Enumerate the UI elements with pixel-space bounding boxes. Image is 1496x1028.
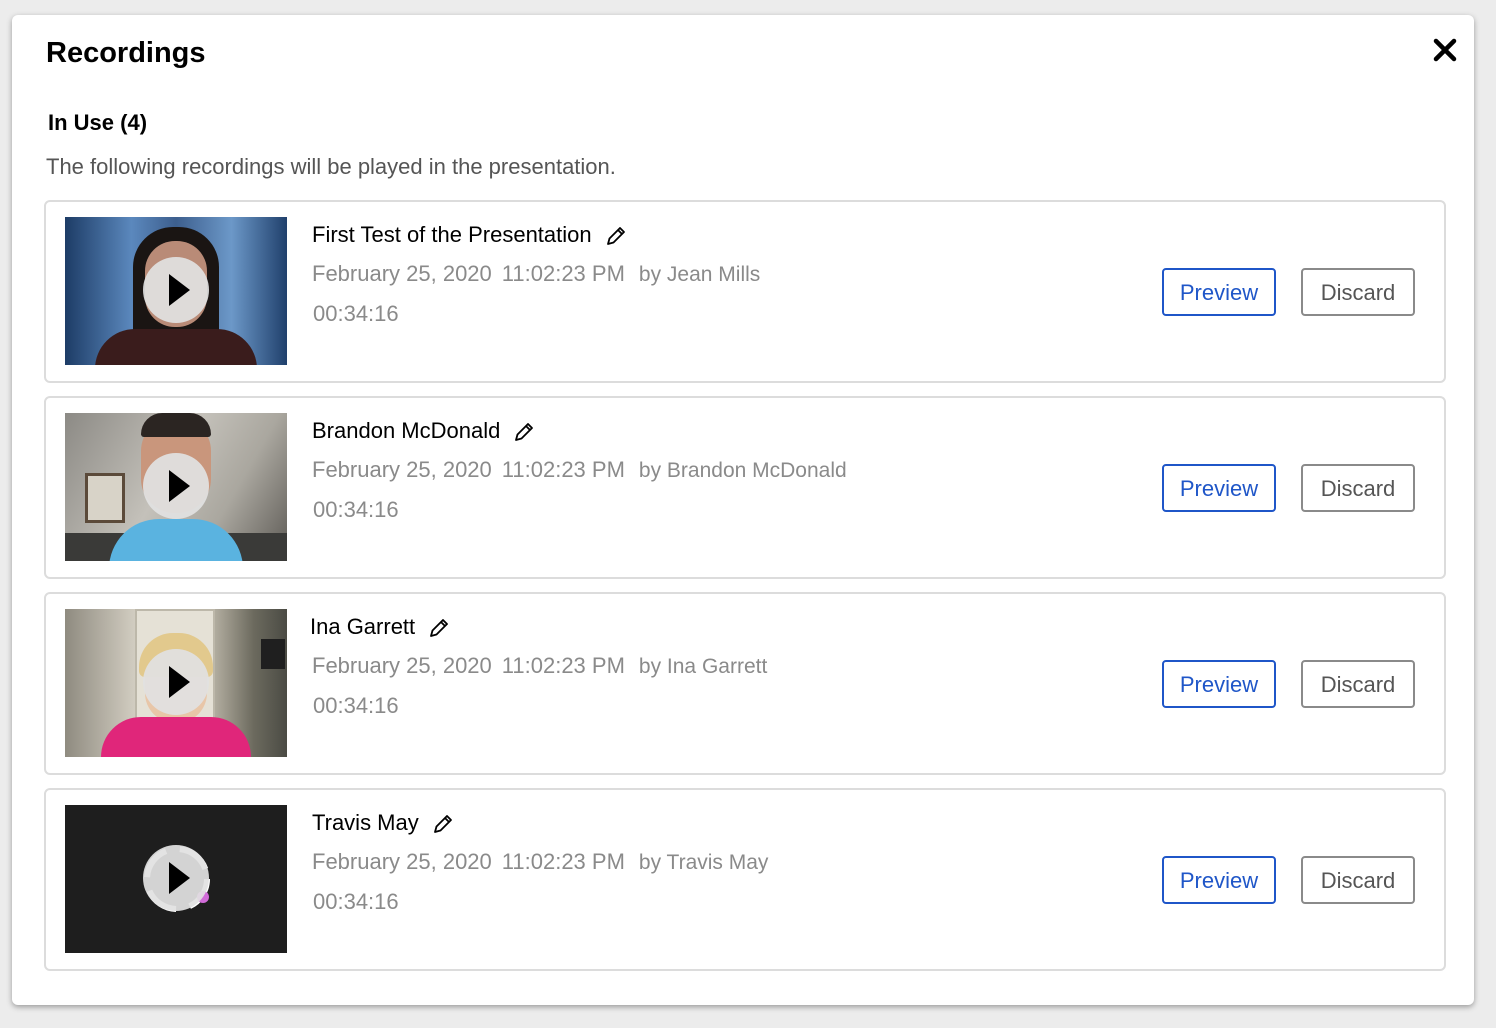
play-icon[interactable]: [143, 453, 209, 519]
play-icon[interactable]: [143, 649, 209, 715]
recording-title: Brandon McDonald: [312, 418, 501, 443]
recording-thumbnail[interactable]: [65, 609, 287, 757]
recording-title-row: Brandon McDonald: [312, 418, 536, 444]
discard-button[interactable]: Discard: [1301, 464, 1415, 512]
close-icon[interactable]: [1432, 37, 1458, 63]
recording-title: First Test of the Presentation: [312, 222, 592, 247]
recording-thumbnail[interactable]: [65, 805, 287, 953]
recording-author: by Jean Mills: [638, 263, 761, 286]
recording-card: Ina Garrett February 25, 2020 11:02:23 PM…: [44, 592, 1446, 775]
recording-duration: 00:34:16: [313, 693, 399, 718]
recording-title: Travis May: [312, 810, 419, 835]
recording-date: February 25, 2020: [312, 653, 492, 678]
recording-date: February 25, 2020: [312, 849, 492, 874]
play-icon[interactable]: [143, 257, 209, 323]
recording-title: Ina Garrett: [310, 614, 416, 639]
recordings-dialog: Recordings In Use (4) The following reco…: [12, 15, 1474, 1005]
recording-author: by Ina Garrett: [638, 655, 768, 678]
recording-title-row: First Test of the Presentation: [312, 222, 628, 248]
recording-author: by Brandon McDonald: [638, 459, 847, 482]
preview-button[interactable]: Preview: [1162, 464, 1276, 512]
pencil-icon[interactable]: [512, 420, 536, 444]
recording-meta: February 25, 2020 11:02:23 PM by Travis Ma…: [312, 849, 768, 875]
section-title: In Use (4): [48, 110, 148, 135]
dialog-title: Recordings: [46, 37, 206, 69]
recording-time: 11:02:23 PM: [501, 653, 625, 678]
recording-card: First Test of the Presentation February …: [44, 200, 1446, 383]
recording-time: 11:02:23 PM: [501, 261, 625, 286]
recording-title-row: Ina Garrett: [310, 614, 451, 640]
recording-title-row: Travis May: [312, 810, 455, 836]
recording-duration: 00:34:16: [313, 497, 399, 522]
recording-meta: February 25, 2020 11:02:23 PM by Jean Mill…: [312, 261, 760, 287]
play-icon[interactable]: [143, 845, 209, 911]
pencil-icon[interactable]: [604, 224, 628, 248]
discard-button[interactable]: Discard: [1301, 856, 1415, 904]
section-description: The following recordings will be played …: [46, 154, 616, 179]
recording-thumbnail[interactable]: [65, 413, 287, 561]
recording-duration: 00:34:16: [313, 301, 399, 326]
preview-button[interactable]: Preview: [1162, 856, 1276, 904]
recording-time: 11:02:23 PM: [501, 849, 625, 874]
recording-meta: February 25, 2020 11:02:23 PM by Brandon M…: [312, 457, 847, 483]
discard-button[interactable]: Discard: [1301, 268, 1415, 316]
preview-button[interactable]: Preview: [1162, 660, 1276, 708]
recording-date: February 25, 2020: [312, 261, 492, 286]
recording-duration: 00:34:16: [313, 889, 399, 914]
discard-button[interactable]: Discard: [1301, 660, 1415, 708]
recording-card: Brandon McDonald February 25, 2020 11:02:…: [44, 396, 1446, 579]
preview-button[interactable]: Preview: [1162, 268, 1276, 316]
recording-date: February 25, 2020: [312, 457, 492, 482]
recording-time: 11:02:23 PM: [501, 457, 625, 482]
pencil-icon[interactable]: [427, 616, 451, 640]
recording-thumbnail[interactable]: [65, 217, 287, 365]
pencil-icon[interactable]: [431, 812, 455, 836]
recording-meta: February 25, 2020 11:02:23 PM by Ina Garre…: [312, 653, 767, 679]
recording-card: Travis May February 25, 2020 11:02:23 PM b…: [44, 788, 1446, 971]
recording-author: by Travis May: [638, 851, 769, 874]
